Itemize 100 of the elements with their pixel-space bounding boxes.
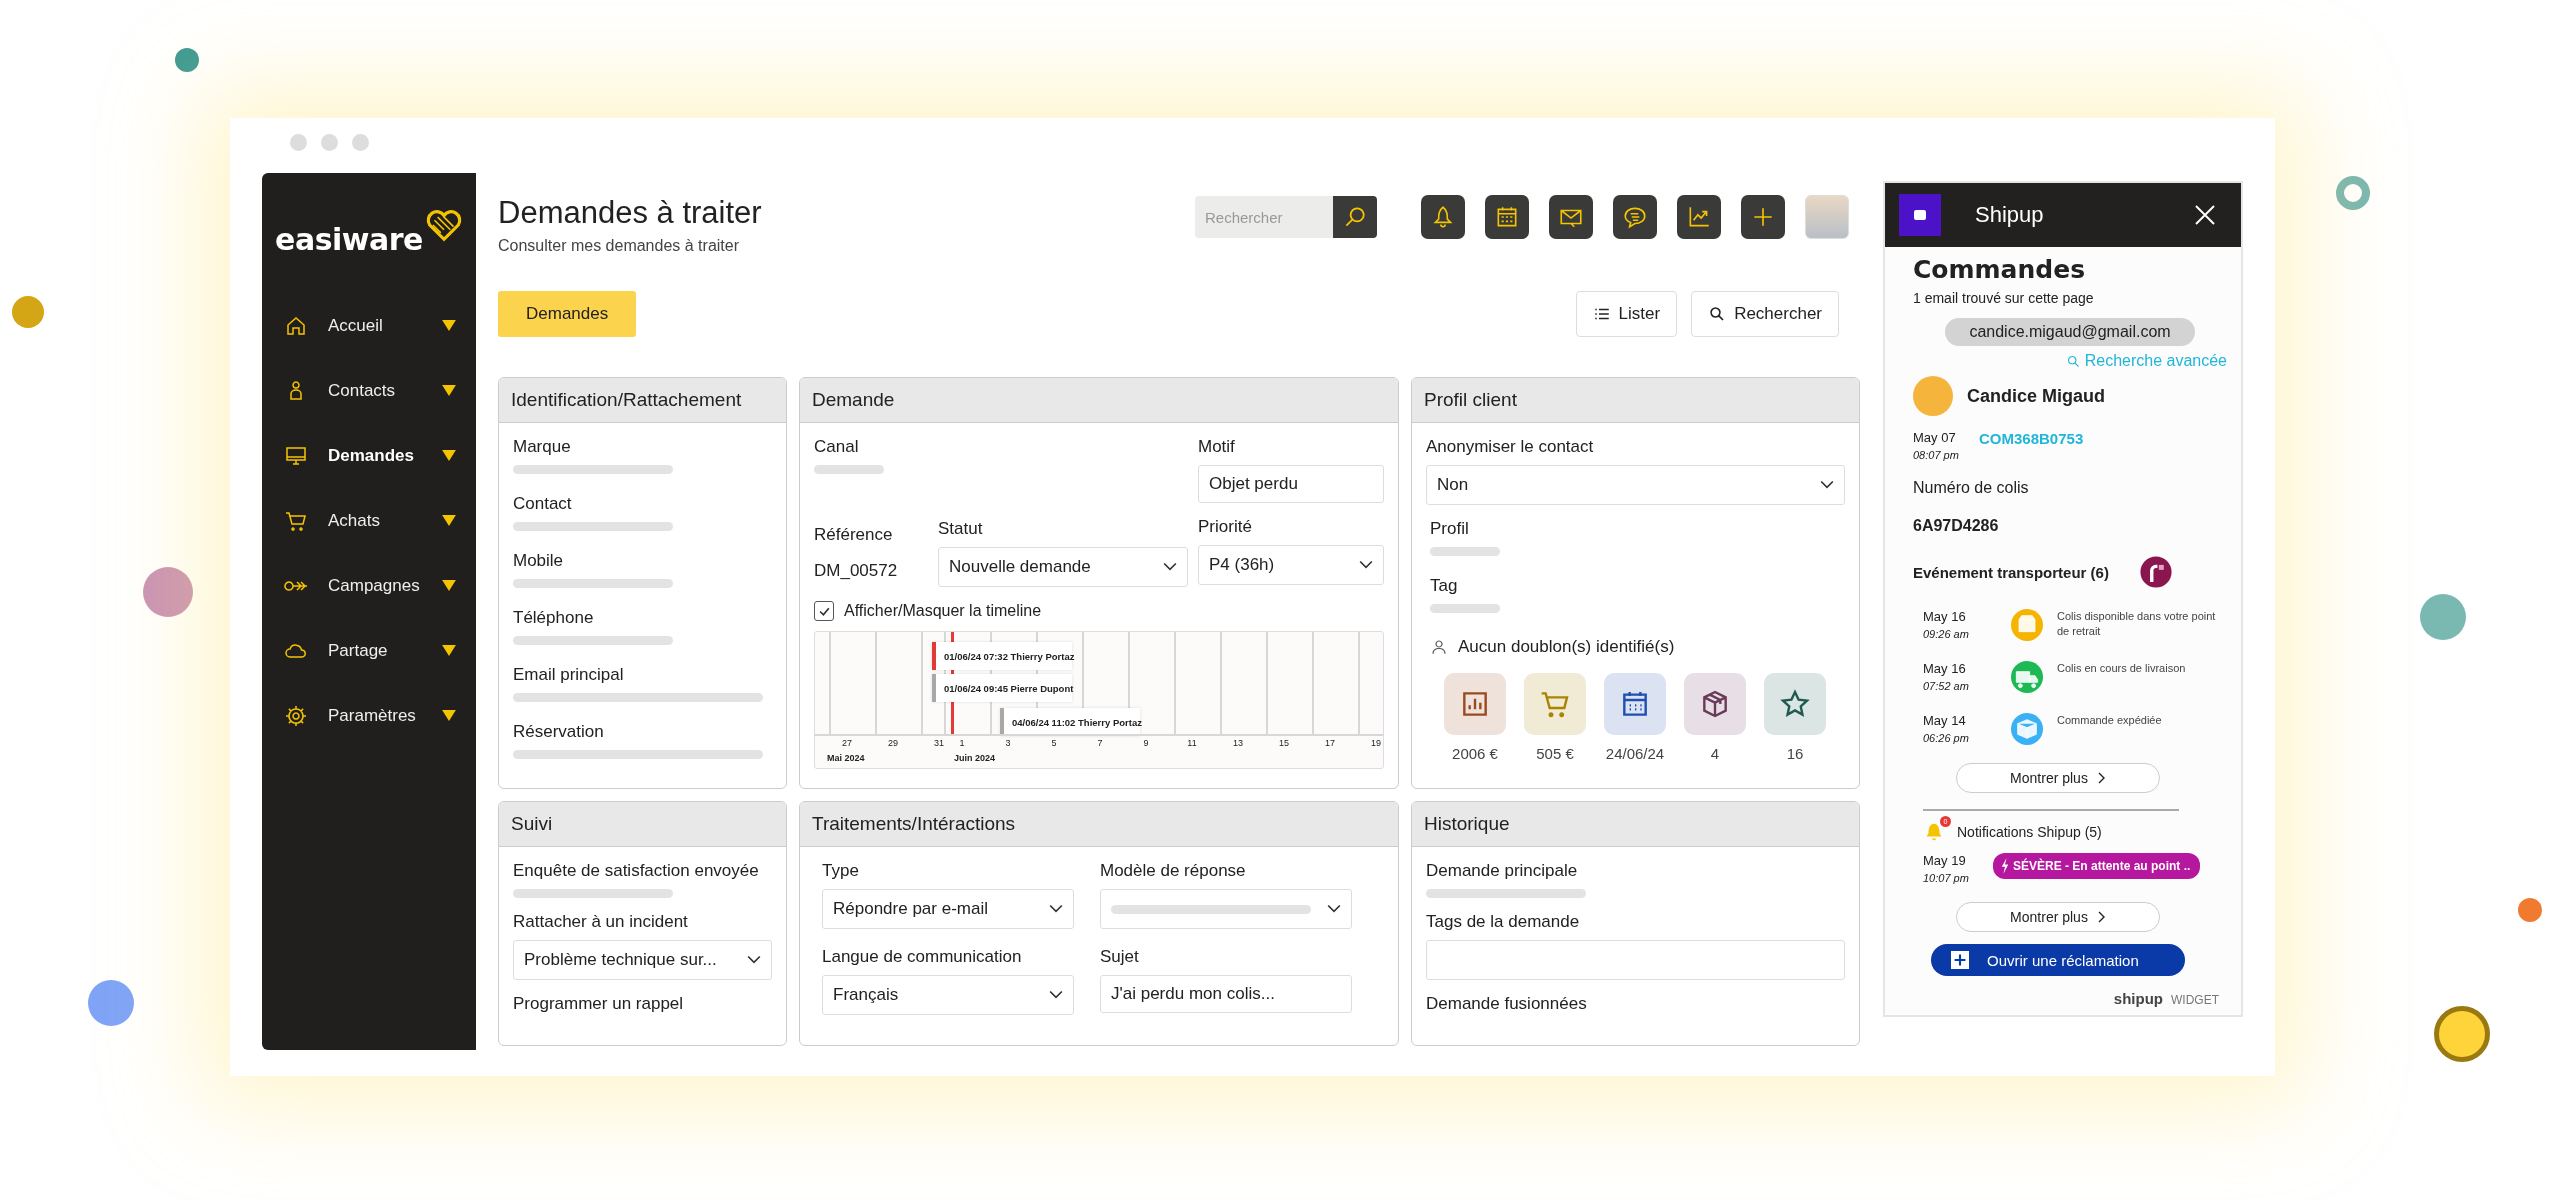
stat-tile[interactable] (1524, 673, 1586, 735)
page-title: Demandes à traiter (498, 195, 762, 231)
statistics-button[interactable] (1677, 195, 1721, 239)
checkbox-label: Afficher/Masquer la timeline (844, 602, 1042, 620)
axis-tick-label: 5 (1051, 738, 1057, 748)
reference-value: DM_00572 (814, 561, 899, 581)
sidebar-item[interactable]: Accueil (262, 293, 476, 358)
stat-value: 505 € (1536, 745, 1574, 762)
input-field[interactable]: J'ai perdu mon colis... (1100, 975, 1352, 1013)
close-icon[interactable] (2193, 203, 2217, 227)
search-button[interactable] (1333, 196, 1377, 238)
section-heading: Evénement transporteur (6) (1913, 563, 2109, 581)
brand-text: shipup (2113, 990, 2163, 1007)
notifications-button[interactable] (1421, 195, 1465, 239)
chevron-icon (1049, 990, 1063, 1000)
search-field[interactable]: Rechercher (1195, 196, 1333, 238)
section-heading: Notifications Shipup (5) (1957, 824, 2102, 840)
field-label: Téléphone (513, 608, 595, 628)
timeline-event[interactable]: 01/06/24 09:45 Pierre Dupont (932, 674, 1072, 702)
chat-button[interactable] (1613, 195, 1657, 239)
event-text: Colis en cours de livraison (2057, 661, 2187, 676)
month-label: Mai 2024 (827, 753, 865, 763)
customer-name: Candice Migaud (1967, 385, 2105, 407)
stat-tile[interactable] (1604, 673, 1666, 735)
axis-tick-label: 15 (1279, 738, 1289, 748)
month-label: Juin 2024 (954, 753, 996, 763)
sidebar-item[interactable]: Paramètres (262, 683, 476, 748)
caret-icon (442, 450, 456, 461)
decor-dot (2420, 594, 2466, 640)
caret-icon (442, 710, 456, 721)
checkbox[interactable] (814, 601, 834, 621)
sidebar-item[interactable]: Demandes (262, 423, 476, 488)
calendar-button[interactable] (1485, 195, 1529, 239)
event-time: 07:52 am (1923, 680, 1970, 692)
sidebar-item[interactable]: Campagnes (262, 553, 476, 618)
open-claim-button[interactable]: Ouvrir une réclamation (1931, 944, 2185, 976)
heart-icon (424, 207, 463, 243)
list-button[interactable]: Lister (1575, 291, 1678, 337)
sidebar-item[interactable]: Achats (262, 488, 476, 553)
axis-tick-label: 7 (1097, 738, 1103, 748)
caret-icon (442, 320, 456, 331)
decor-dot (2336, 176, 2370, 210)
order-time: 08:07 pm (1913, 449, 1960, 461)
event-time: 09:26 am (1923, 628, 1970, 640)
chevron-icon (1820, 480, 1834, 490)
field-label: Contact (513, 494, 573, 514)
field-label: Demande fusionnées (1426, 994, 1588, 1014)
chevron-icon (1049, 904, 1063, 914)
window-control-dot[interactable] (321, 134, 338, 151)
input-field[interactable] (1426, 940, 1845, 980)
window-control-dot[interactable] (290, 134, 307, 151)
page-subtitle: Consulter mes demandes à traiter (498, 237, 740, 255)
chevron-icon (2097, 772, 2106, 784)
panel-title: Historique (1412, 802, 1859, 847)
empty-value-bar (814, 465, 884, 474)
axis-tick-label: 31 (934, 738, 944, 748)
sidebar-item[interactable]: Contacts (262, 358, 476, 423)
dropdown[interactable]: Non (1426, 465, 1845, 505)
stat-tile[interactable] (1444, 673, 1506, 735)
show-more-button[interactable]: Montrer plus (1956, 902, 2160, 932)
notification-date: May 19 (1923, 853, 1967, 868)
window-control-dot[interactable] (352, 134, 369, 151)
axis-tick-label: 9 (1143, 738, 1149, 748)
decor-dot (88, 980, 134, 1026)
notification-time: 10:07 pm (1923, 872, 1970, 884)
dropdown[interactable]: Problème technique sur... (513, 940, 772, 980)
section-heading: Commandes (1913, 255, 2087, 284)
stat-tile[interactable] (1764, 673, 1826, 735)
empty-value-bar (1430, 604, 1500, 613)
info-text: 1 email trouvé sur cette page (1913, 290, 2095, 306)
email-chip[interactable]: candice.migaud@gmail.com (1945, 318, 2195, 346)
axis-tick-label: 29 (888, 738, 898, 748)
show-more-button[interactable]: Montrer plus (1956, 763, 2160, 793)
field-label: Priorité (1198, 517, 1253, 537)
input-field[interactable]: Objet perdu (1198, 465, 1384, 503)
timeline-event[interactable]: 04/06/24 11:02 Thierry Portaz (1000, 708, 1140, 736)
severity-tag[interactable]: SÉVÈRE - En attente au point .. (1993, 853, 2201, 879)
dropdown[interactable]: P4 (36h) (1198, 545, 1384, 585)
event-date: May 16 (1923, 661, 1967, 676)
add-button[interactable] (1741, 195, 1785, 239)
field-label: Réservation (513, 722, 605, 742)
person-icon (1430, 638, 1448, 656)
dropdown[interactable]: Nouvelle demande (938, 547, 1188, 587)
dropdown[interactable]: Français (822, 975, 1074, 1015)
axis-tick-label: 11 (1187, 738, 1197, 748)
stat-value: 24/06/24 (1605, 745, 1665, 762)
stat-tile[interactable] (1684, 673, 1746, 735)
event-text: Colis disponible dans votre point de retrait (2057, 609, 2217, 640)
carrier-logo-icon (2138, 555, 2173, 589)
axis-tick-label: 17 (1325, 738, 1335, 748)
mail-button[interactable] (1549, 195, 1593, 239)
lightning-icon (2001, 858, 2009, 874)
sidebar-item[interactable]: Partage (262, 618, 476, 683)
chevron-icon (747, 955, 761, 965)
dropdown[interactable]: Répondre par e-mail (822, 889, 1074, 929)
search-icon (2065, 353, 2081, 369)
parcel-number: 6A97D4286 (1913, 517, 2000, 535)
search-button[interactable]: Rechercher (1691, 291, 1839, 337)
field-label: Programmer un rappel (513, 994, 685, 1014)
tab[interactable]: Demandes (498, 291, 637, 337)
